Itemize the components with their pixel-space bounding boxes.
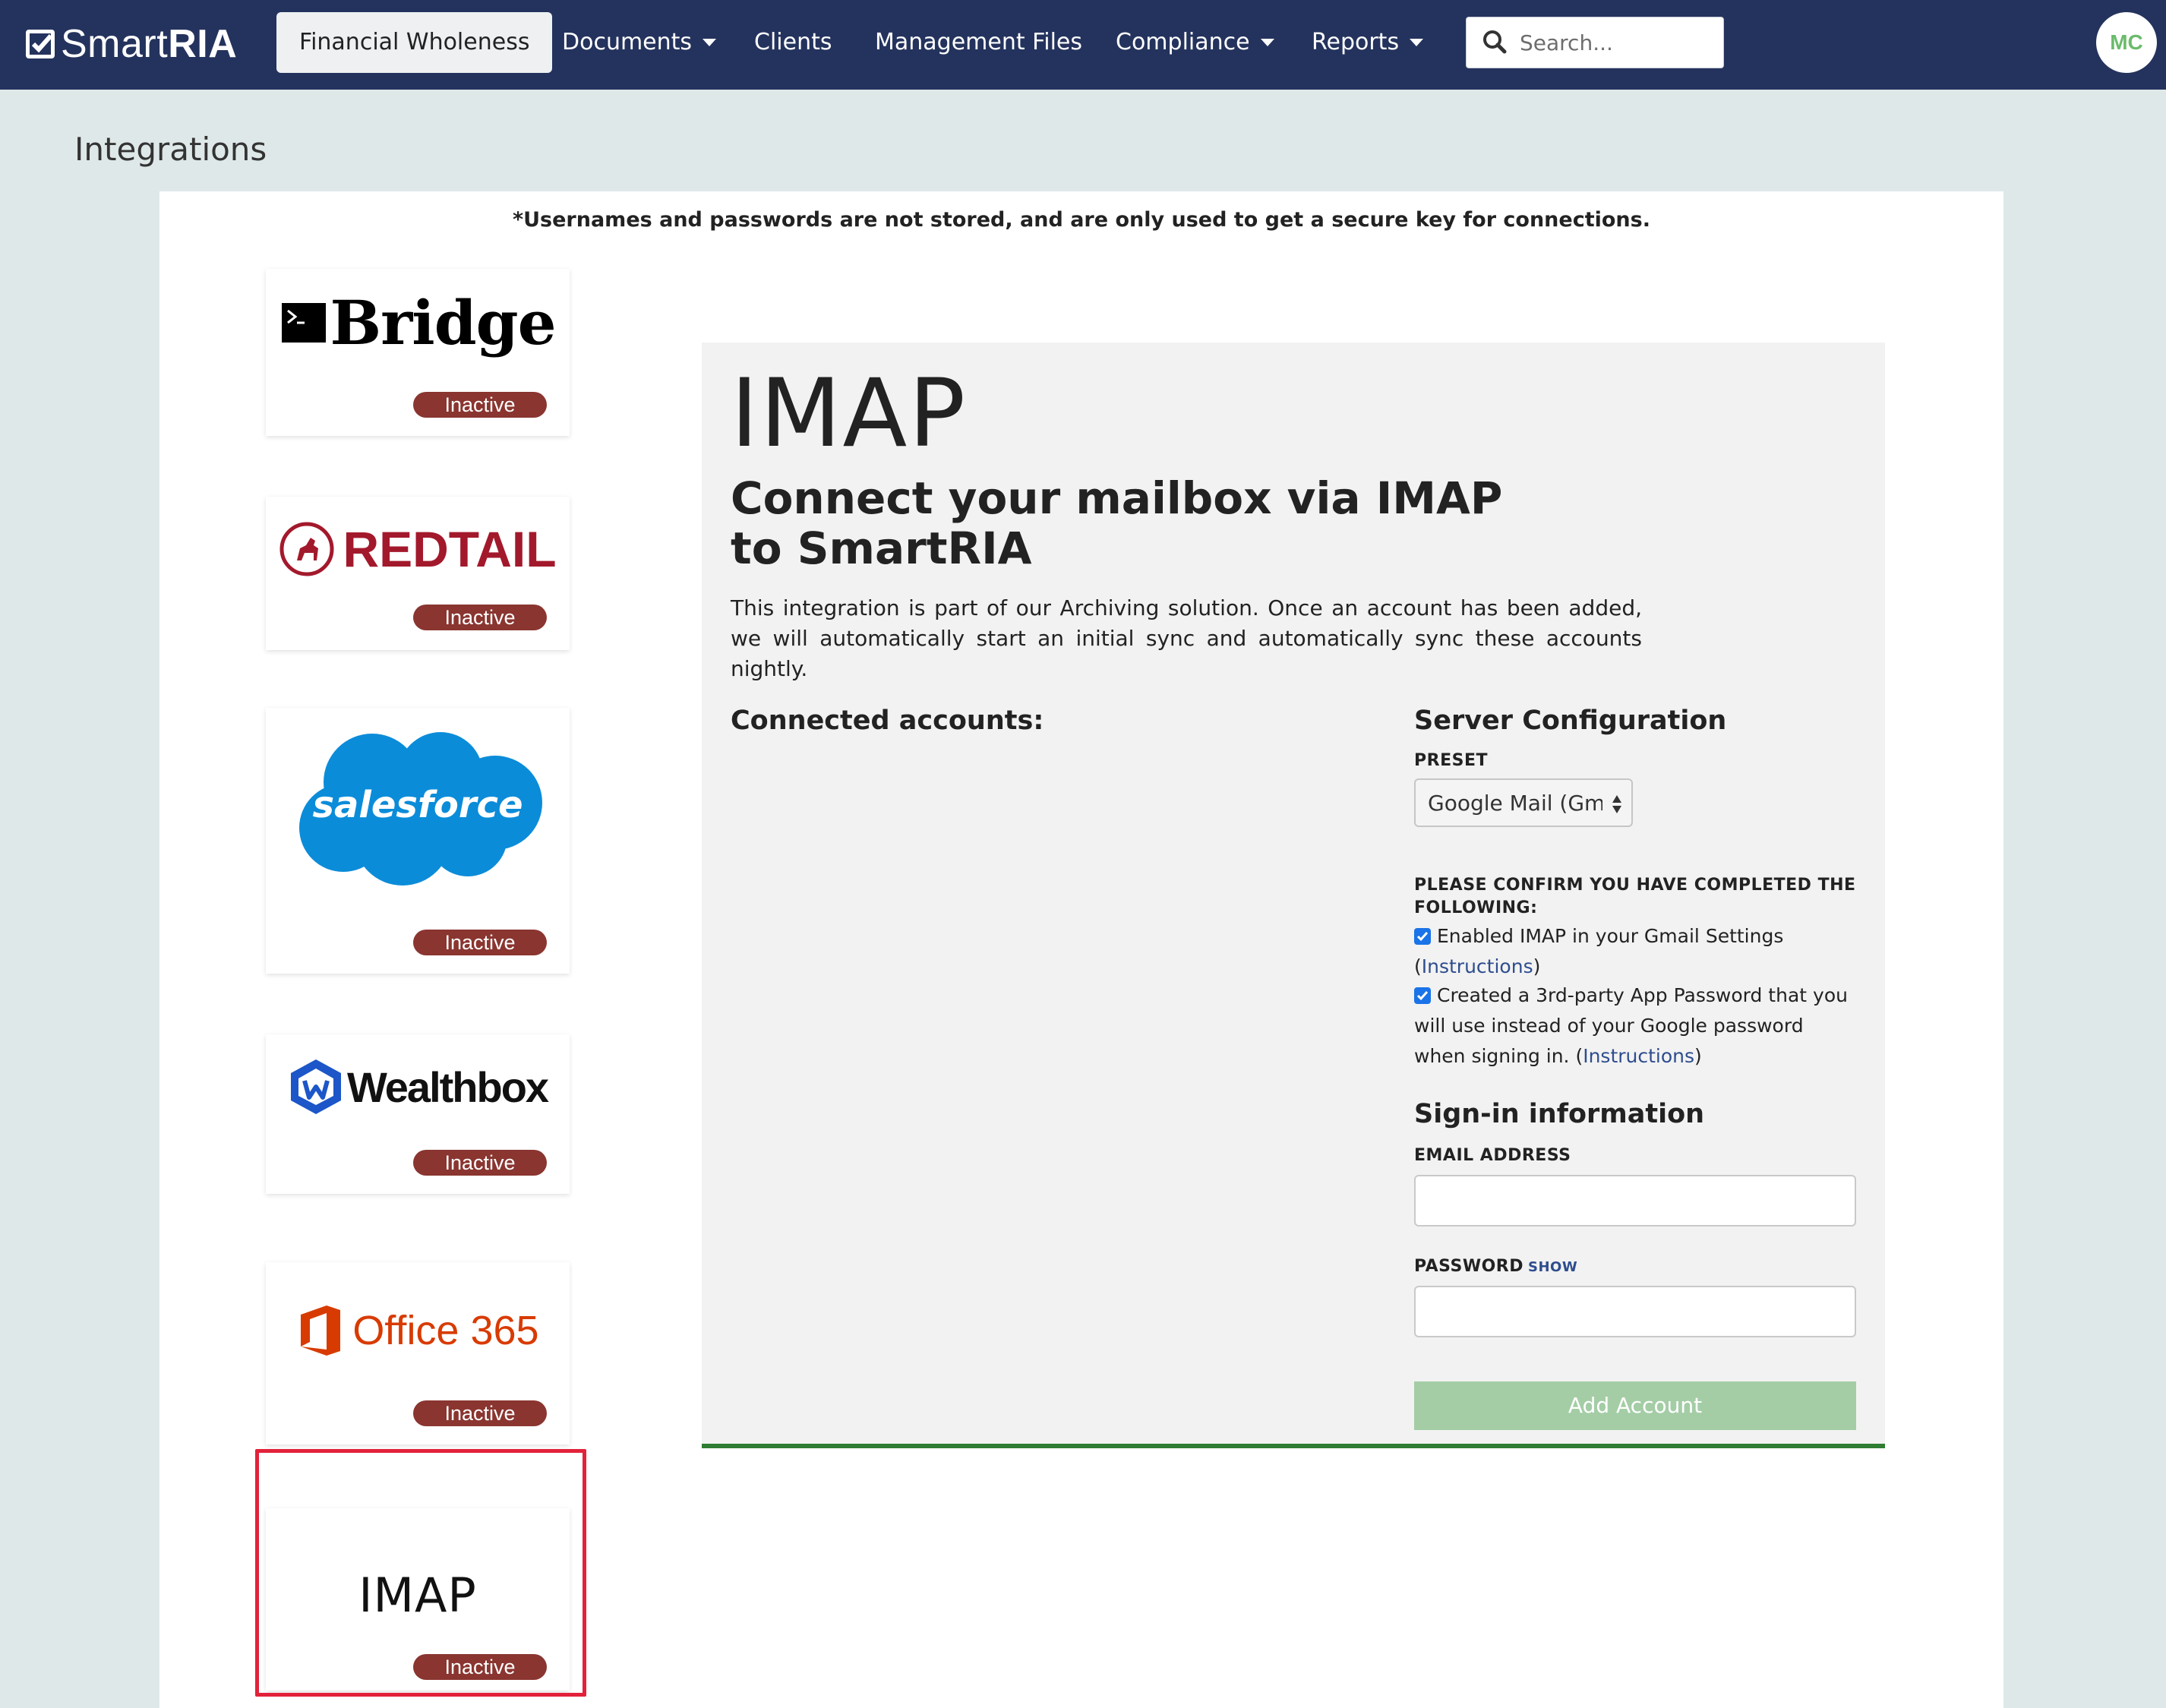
status-badge: Inactive xyxy=(413,392,547,418)
checklist-item-imap-enabled: Enabled IMAP in your Gmail Settings (Ins… xyxy=(1414,925,1784,977)
integration-card-wealthbox[interactable]: Wealthbox Inactive xyxy=(266,1034,570,1194)
status-badge: Inactive xyxy=(413,1400,547,1426)
nav-reports[interactable]: Reports xyxy=(1312,12,1424,73)
app-password-checkbox[interactable] xyxy=(1414,987,1431,1004)
email-label: EMAIL ADDRESS xyxy=(1414,1146,1571,1165)
checklist-item-app-password: Created a 3rd-party App Password that yo… xyxy=(1414,984,1848,1067)
password-label-row: PASSWORD SHOW xyxy=(1414,1257,1577,1276)
caret-down-icon xyxy=(1410,39,1424,46)
nav-compliance[interactable]: Compliance xyxy=(1116,12,1274,73)
page-title: Integrations xyxy=(74,131,267,168)
nav-documents[interactable]: Documents xyxy=(562,12,717,73)
integration-card-office365[interactable]: Office 365 Inactive xyxy=(266,1262,570,1444)
confirm-label: PLEASE CONFIRM YOU HAVE COMPLETED THE FO… xyxy=(1414,876,1856,917)
integration-card-bridge[interactable]: Bridge Inactive xyxy=(266,269,570,436)
password-label: PASSWORD xyxy=(1414,1257,1524,1276)
integration-card-salesforce[interactable]: salesforce Inactive xyxy=(266,708,570,974)
checkmark-icon xyxy=(26,30,55,58)
nav-clients[interactable]: Clients xyxy=(754,12,832,73)
top-navbar: SmartRIA Financial Wholeness Documents C… xyxy=(0,0,2166,90)
email-field[interactable] xyxy=(1414,1175,1856,1227)
bridge-logo: Bridge xyxy=(266,287,570,358)
office-icon xyxy=(301,1305,341,1356)
status-badge: Inactive xyxy=(413,605,547,630)
dog-icon xyxy=(279,522,334,576)
instructions-link[interactable]: Instructions xyxy=(1422,955,1533,977)
hexagon-w-icon xyxy=(290,1059,341,1114)
brand-name: SmartRIA xyxy=(61,22,238,66)
caret-down-icon xyxy=(703,39,717,46)
caret-down-icon xyxy=(1260,39,1274,46)
preset-select[interactable]: Google Mail (Gmail) xyxy=(1414,778,1633,827)
detail-title: IMAP xyxy=(731,359,968,469)
instructions-link[interactable]: Instructions xyxy=(1583,1045,1694,1067)
salesforce-logo: salesforce xyxy=(266,723,570,890)
search-icon xyxy=(1479,26,1512,59)
add-account-button[interactable]: Add Account xyxy=(1414,1381,1856,1430)
signin-title: Sign-in information xyxy=(1414,1099,1705,1129)
status-badge: Inactive xyxy=(413,930,547,955)
terminal-icon xyxy=(281,303,326,343)
office365-logo: Office 365 xyxy=(266,1293,570,1369)
selection-highlight xyxy=(255,1449,586,1697)
show-password-link[interactable]: SHOW xyxy=(1528,1259,1577,1275)
integration-card-redtail[interactable]: REDTAIL Inactive xyxy=(266,497,570,650)
nav-management-files[interactable]: Management Files xyxy=(875,12,1082,73)
integration-detail: IMAP Connect your mailbox via IMAP to Sm… xyxy=(702,343,1885,1448)
password-field[interactable] xyxy=(1414,1286,1856,1337)
detail-description: This integration is part of our Archivin… xyxy=(731,595,1642,681)
wealthbox-logo: Wealthbox xyxy=(266,1053,570,1121)
nav-financial-wholeness[interactable]: Financial Wholeness xyxy=(276,12,553,73)
server-config-title: Server Configuration xyxy=(1414,706,1727,736)
credentials-notice: *Usernames and passwords are not stored,… xyxy=(513,208,1650,232)
connected-accounts-label: Connected accounts: xyxy=(731,706,1044,736)
checklist-text: Enabled IMAP in your Gmail Settings xyxy=(1437,925,1784,947)
redtail-logo: REDTAIL xyxy=(266,515,570,583)
brand-logo[interactable]: SmartRIA xyxy=(26,21,237,67)
preset-value: Google Mail (Gmail) xyxy=(1428,790,1602,816)
user-avatar[interactable]: MC xyxy=(2096,12,2157,73)
status-badge: Inactive xyxy=(413,1150,547,1176)
detail-heading: Connect your mailbox via IMAP to SmartRI… xyxy=(731,472,1503,574)
search-box[interactable]: Search... xyxy=(1466,17,1724,68)
search-input[interactable]: Search... xyxy=(1520,30,1613,55)
server-configuration: Server Configuration PRESET Google Mail … xyxy=(1414,706,1856,1430)
select-arrows-icon xyxy=(1612,795,1621,813)
preset-label: PRESET xyxy=(1414,751,1488,770)
imap-enabled-checkbox[interactable] xyxy=(1414,928,1431,945)
